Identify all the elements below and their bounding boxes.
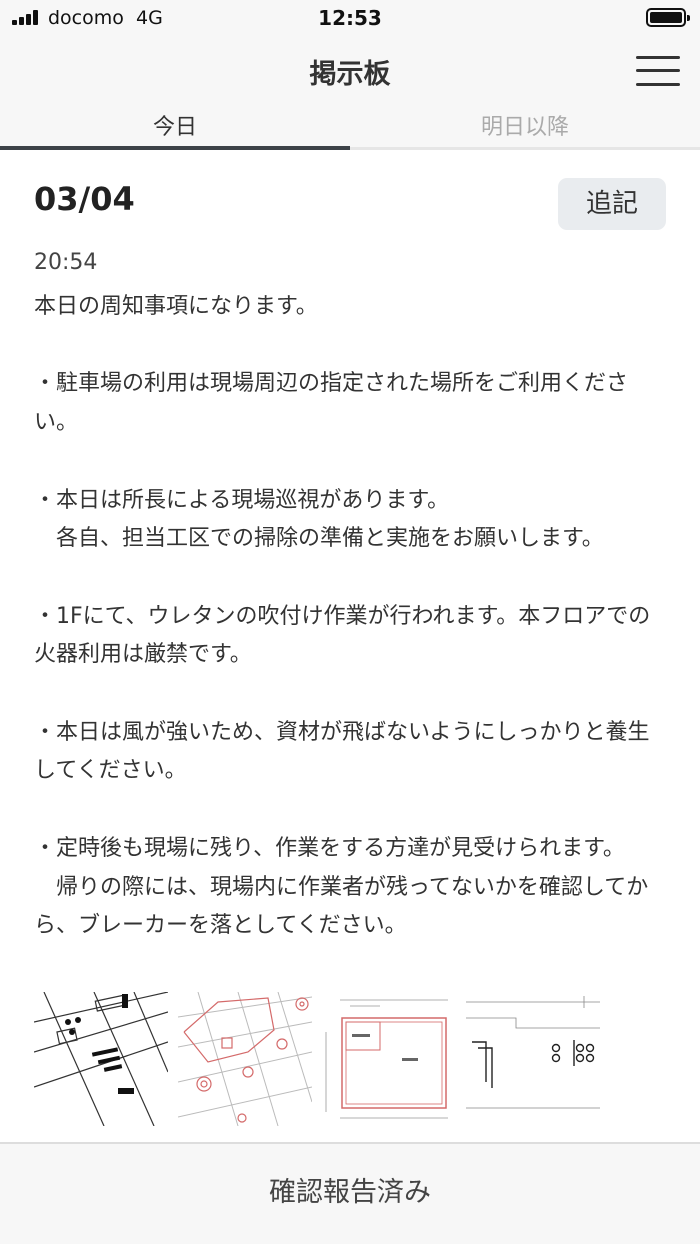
status-clock: 12:53 xyxy=(318,6,382,30)
post-date: 03/04 xyxy=(34,180,135,218)
hamburger-menu-icon[interactable] xyxy=(636,54,680,88)
tab-bar: 今日 明日以降 xyxy=(0,106,700,150)
confirm-report-bar[interactable]: 確認報告済み xyxy=(0,1142,700,1244)
blueprint-thumbnail-icon[interactable] xyxy=(178,992,312,1126)
blueprint-thumbnail-icon[interactable] xyxy=(466,992,600,1126)
tab-after-tomorrow[interactable]: 明日以降 xyxy=(350,106,700,150)
tab-today[interactable]: 今日 xyxy=(0,106,350,150)
append-button[interactable]: 追記 xyxy=(558,178,666,230)
confirm-report-label: 確認報告済み xyxy=(269,1177,431,1208)
app-header: 掲示板 xyxy=(0,34,700,106)
floorplan-thumbnail-icon[interactable] xyxy=(322,992,456,1126)
page-title: 掲示板 xyxy=(309,59,391,90)
battery-icon xyxy=(646,8,690,27)
blueprint-thumbnail-icon[interactable] xyxy=(34,992,168,1126)
attachment-thumbnails xyxy=(34,992,600,1126)
post-time: 20:54 xyxy=(34,250,98,275)
status-bar: docomo 4G 12:53 xyxy=(0,0,700,34)
post-body: 本日の周知事項になります。 ・駐車場の利用は現場周辺の指定された場所をご利用くだ… xyxy=(34,294,651,939)
